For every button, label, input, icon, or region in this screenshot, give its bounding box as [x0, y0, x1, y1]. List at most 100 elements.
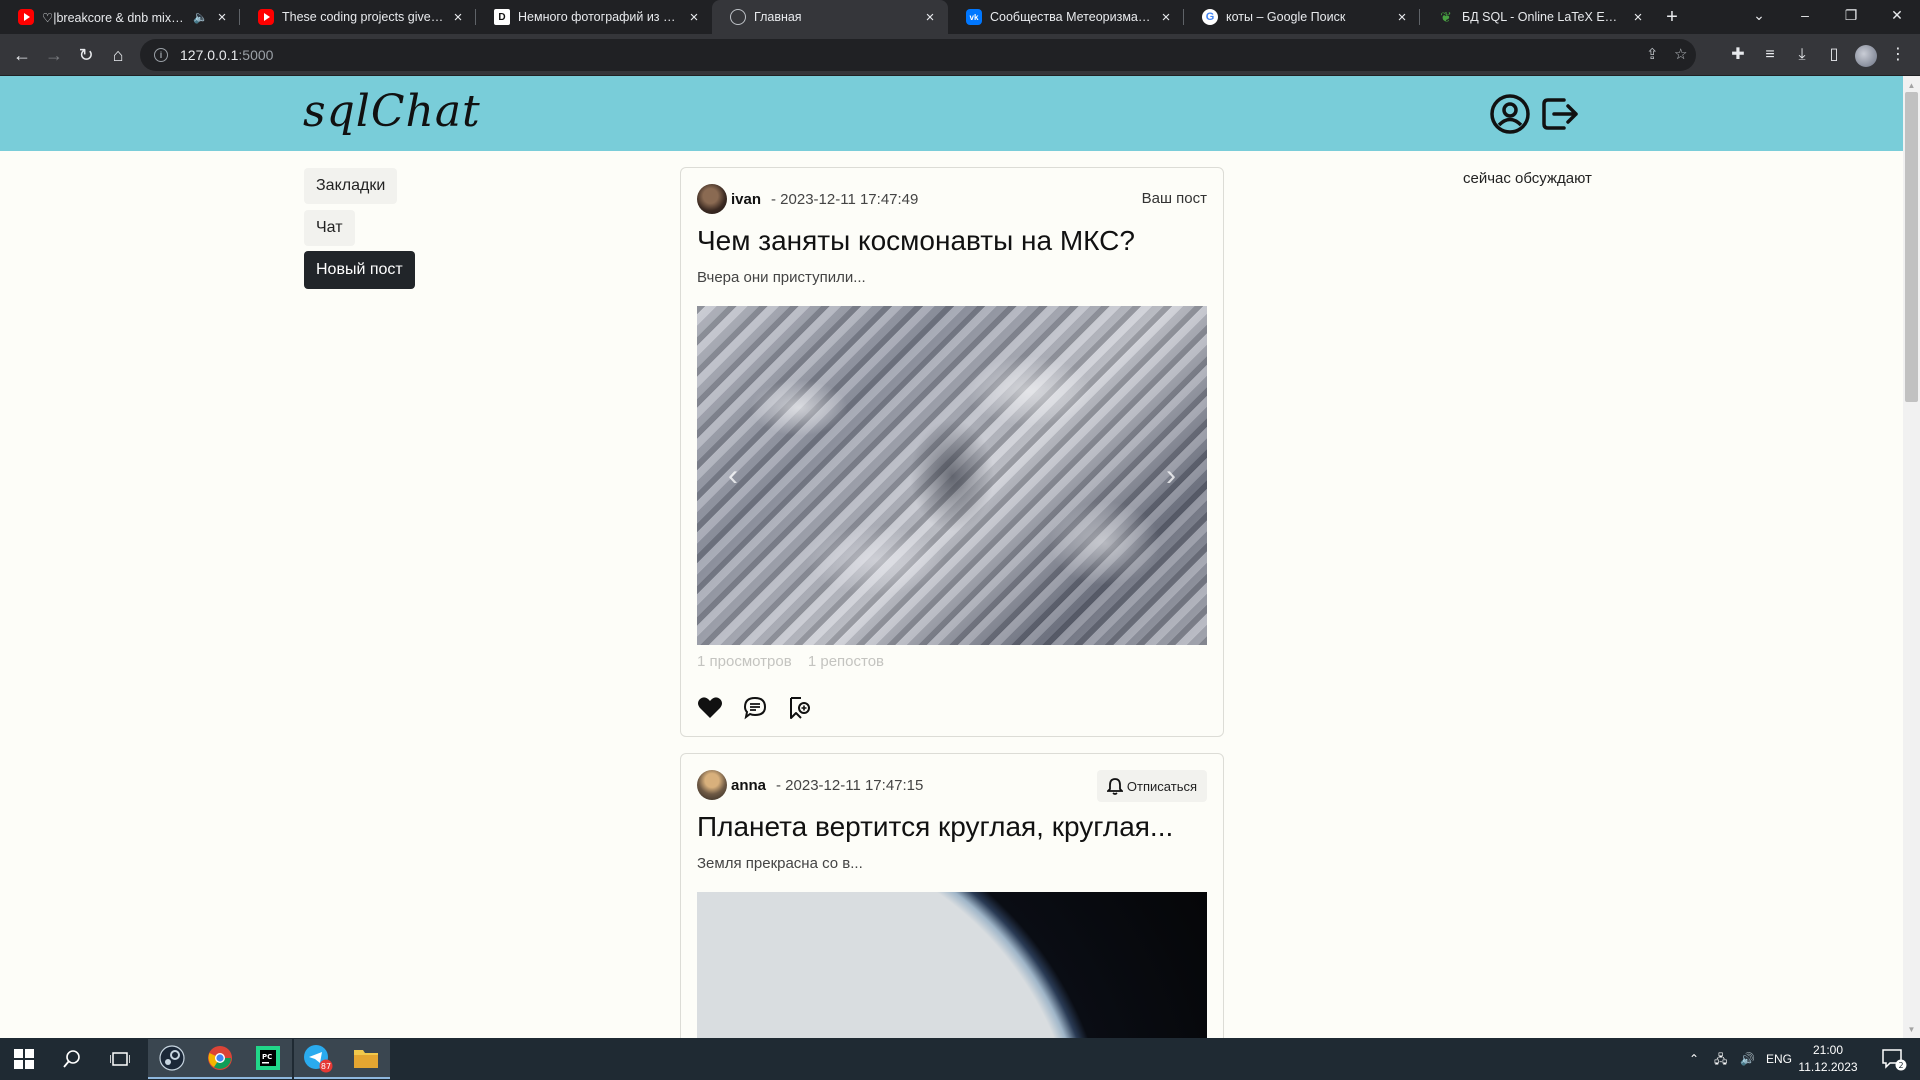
- avatar[interactable]: [697, 770, 727, 800]
- views-count: 1 просмотров: [697, 653, 792, 670]
- browser-tab[interactable]: vk Сообщества Метеоризма Ива ×: [948, 0, 1184, 34]
- browser-tab[interactable]: ♡|breakcore & dnb mix#4| 🔈 ×: [0, 0, 240, 34]
- svg-text:PC: PC: [262, 1053, 272, 1061]
- post-image[interactable]: ‹ ›: [697, 306, 1207, 645]
- youtube-icon: [18, 9, 34, 25]
- bookmark-add-icon[interactable]: [787, 696, 811, 720]
- share-icon[interactable]: ⇪: [1646, 39, 1659, 71]
- restore-button[interactable]: ❐: [1828, 0, 1874, 30]
- language-indicator[interactable]: ENG: [1766, 1038, 1792, 1080]
- tab-search-icon[interactable]: ⌄: [1736, 0, 1782, 30]
- avatar[interactable]: [697, 184, 727, 214]
- pycharm-icon[interactable]: PC: [244, 1039, 292, 1079]
- system-clock[interactable]: 21:00 11.12.2023: [1790, 1042, 1866, 1076]
- windows-taskbar: PC 87 ⌃ 🖧 🔊 ENG 21:00 11.12.2023 2: [0, 1038, 1920, 1080]
- dtf-icon: D: [494, 9, 510, 25]
- profile-icon[interactable]: [1488, 92, 1532, 136]
- task-view-icon[interactable]: [96, 1039, 144, 1079]
- post-image[interactable]: [697, 892, 1207, 1052]
- minimize-button[interactable]: –: [1782, 0, 1828, 30]
- site-info-icon[interactable]: i: [154, 48, 168, 62]
- post-title[interactable]: Планета вертится круглая, круглая...: [697, 811, 1173, 843]
- post-excerpt: Вчера они приступили...: [697, 269, 866, 286]
- url-port: :5000: [238, 47, 274, 63]
- scroll-down-icon[interactable]: ▼: [1903, 1022, 1920, 1038]
- extensions-icon[interactable]: ✚: [1724, 41, 1752, 69]
- forward-button[interactable]: →: [40, 41, 68, 69]
- unsubscribe-label: Отписаться: [1126, 778, 1197, 794]
- browser-tab[interactable]: These coding projects give you ×: [240, 0, 476, 34]
- telegram-icon[interactable]: 87: [294, 1039, 342, 1079]
- address-bar[interactable]: i 127.0.0.1:5000 ⇪ ☆: [140, 39, 1696, 71]
- home-button[interactable]: ⌂: [104, 41, 132, 69]
- close-tab-icon[interactable]: ×: [1630, 9, 1646, 26]
- close-tab-icon[interactable]: ×: [922, 9, 938, 26]
- chat-link[interactable]: Чат: [304, 210, 355, 246]
- reposts-count: 1 репостов: [807, 653, 885, 670]
- post-title[interactable]: Чем заняты космонавты на МКС?: [697, 225, 1135, 257]
- new-post-button[interactable]: Новый пост: [304, 251, 415, 289]
- side-panel-icon[interactable]: ▯: [1820, 41, 1848, 69]
- close-tab-icon[interactable]: ×: [1394, 9, 1410, 26]
- globe-icon: [730, 9, 746, 25]
- browser-tab[interactable]: D Немного фотографий из Япон ×: [476, 0, 712, 34]
- tab-title: Главная: [754, 10, 802, 24]
- post-author[interactable]: ivan: [731, 191, 761, 208]
- close-tab-icon[interactable]: ×: [1158, 9, 1174, 26]
- volume-icon[interactable]: 🔊: [1740, 1038, 1755, 1080]
- url-text[interactable]: 127.0.0.1:5000: [180, 47, 273, 63]
- post-date: - 2023-12-11 17:47:15: [776, 776, 924, 794]
- windows-start-icon[interactable]: [0, 1039, 48, 1079]
- browser-tab[interactable]: G коты – Google Поиск ×: [1184, 0, 1420, 34]
- post-card: ivan - 2023-12-11 17:47:49 Ваш пост Чем …: [680, 167, 1224, 737]
- youtube-icon: [258, 9, 274, 25]
- search-icon[interactable]: [48, 1039, 96, 1079]
- tray-overflow-icon[interactable]: ⌃: [1689, 1038, 1699, 1080]
- logout-icon[interactable]: [1538, 92, 1582, 136]
- bookmark-star-icon[interactable]: ☆: [1674, 39, 1687, 71]
- post-author[interactable]: anna: [731, 777, 766, 794]
- tab-title: Немного фотографий из Япон: [518, 10, 680, 24]
- menu-kebab-icon[interactable]: ⋮: [1884, 41, 1912, 69]
- scrollbar-thumb[interactable]: [1905, 92, 1918, 402]
- back-button[interactable]: ←: [8, 41, 36, 69]
- post-date: - 2023-12-11 17:47:49: [771, 190, 919, 208]
- overleaf-icon: ❦: [1440, 8, 1452, 25]
- google-icon: G: [1202, 9, 1218, 25]
- profile-avatar[interactable]: [1855, 45, 1877, 67]
- bell-icon: [1106, 778, 1123, 795]
- notifications-icon[interactable]: 2: [1872, 1039, 1916, 1079]
- browser-tab[interactable]: ❦ БД SQL - Online LaTeX Editor O ×: [1420, 0, 1656, 34]
- download-icon[interactable]: ⤓: [1788, 41, 1816, 69]
- like-heart-icon[interactable]: [697, 696, 723, 720]
- trending-title: сейчас обсуждают: [1463, 170, 1592, 187]
- close-tab-icon[interactable]: ×: [450, 9, 466, 26]
- tab-title: БД SQL - Online LaTeX Editor O: [1462, 10, 1624, 24]
- site-header: sqlChat: [0, 76, 1903, 151]
- close-tab-icon[interactable]: ×: [686, 9, 702, 26]
- network-icon[interactable]: 🖧: [1714, 1038, 1727, 1080]
- unsubscribe-button[interactable]: Отписаться: [1096, 770, 1207, 802]
- reload-button[interactable]: ↻: [72, 41, 100, 69]
- carousel-next-icon[interactable]: ›: [1161, 460, 1181, 491]
- chrome-icon[interactable]: [196, 1039, 244, 1079]
- notification-badge: 2: [1898, 1061, 1903, 1070]
- tab-title: коты – Google Поиск: [1226, 10, 1346, 24]
- close-window-button[interactable]: ✕: [1874, 0, 1920, 30]
- telegram-badge: 87: [321, 1062, 331, 1071]
- browser-tab-active[interactable]: Главная ×: [712, 0, 948, 34]
- comment-icon[interactable]: [743, 696, 767, 720]
- new-tab-button[interactable]: +: [1660, 5, 1684, 29]
- browser-toolbar: ← → ↻ ⌂ i 127.0.0.1:5000 ⇪ ☆ ✚ ≡ ⤓ ▯ ⋮: [0, 34, 1920, 76]
- post-header: ivan - 2023-12-11 17:47:49: [697, 184, 918, 214]
- steam-icon[interactable]: [148, 1039, 196, 1079]
- speaker-icon[interactable]: 🔈: [193, 10, 208, 24]
- bookmarks-link[interactable]: Закладки: [304, 168, 398, 204]
- clock-time: 21:00: [1812, 1043, 1844, 1057]
- carousel-prev-icon[interactable]: ‹: [723, 460, 743, 491]
- file-explorer-icon[interactable]: [342, 1039, 390, 1079]
- site-logo[interactable]: sqlChat: [303, 86, 481, 137]
- media-control-icon[interactable]: ≡: [1756, 41, 1784, 69]
- close-tab-icon[interactable]: ×: [214, 9, 230, 26]
- browser-tab-strip: ♡|breakcore & dnb mix#4| 🔈 × These codin…: [0, 0, 1920, 34]
